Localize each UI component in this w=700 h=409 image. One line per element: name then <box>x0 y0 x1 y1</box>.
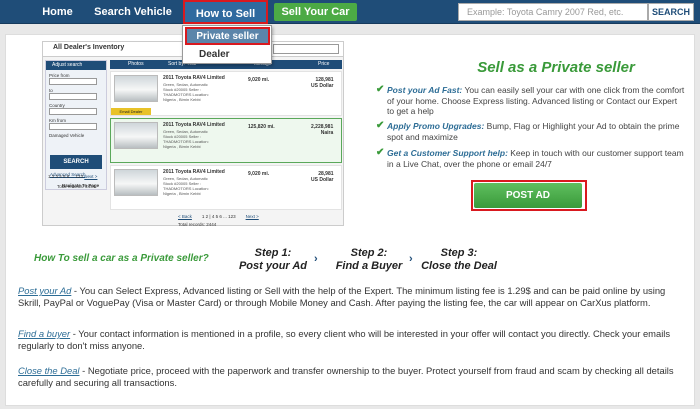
chevron-right-icon: › <box>314 253 318 265</box>
preview-pages: 1 2 3 4 5 6 ... 123 Next > <box>48 174 97 179</box>
car-currency: US Dollar <box>311 83 334 89</box>
nav-how-to-sell-link[interactable]: How to Sell <box>183 0 268 24</box>
chevron-right-icon: › <box>409 253 413 265</box>
top-navigation-bar: Home Search Vehicle How to Sell Sell You… <box>0 0 700 24</box>
paragraph-text: - You can Select Express, Advanced listi… <box>18 285 666 308</box>
how-to-sell-dropdown: Private seller Dealer <box>182 25 272 64</box>
damaged-label: Damaged Vehicle <box>49 133 85 138</box>
adjust-search-panel: Adjust search Price from to Country Km f… <box>45 60 107 190</box>
listing-row: 2011 Toyota RAV4 Limited Green, Sedan, A… <box>110 71 342 116</box>
find-a-buyer-link[interactable]: Find a buyer <box>18 328 70 339</box>
email-dealer-button: Email Dealer <box>111 108 151 115</box>
check-icon: ✔ <box>376 84 385 95</box>
post-ad-button[interactable]: POST AD <box>474 183 582 208</box>
adjust-search-header: Adjust search <box>46 61 106 70</box>
check-icon: ✔ <box>376 120 385 131</box>
inventory-select <box>273 44 339 54</box>
listing-row: 2011 Toyota RAV4 Limited Green, Sedan, A… <box>110 165 342 210</box>
car-details: Green, Sedan, Automatic Stock #20005 Sel… <box>163 82 209 102</box>
close-the-deal-link[interactable]: Close the Deal <box>18 365 80 376</box>
car-mileage: 9,020 mi. <box>248 171 270 177</box>
step-3-label: Step 3: <box>440 247 478 259</box>
feature-heading: Get a Customer Support help: <box>387 148 508 158</box>
step-2: Step 2: Find a Buyer <box>331 247 407 273</box>
feature-item: ✔ Get a Customer Support help: Keep in to… <box>376 147 686 169</box>
preview-search-button: SEARCH <box>50 155 102 169</box>
car-currency: Naira <box>320 130 334 136</box>
step-2-label: Step 2: <box>350 247 388 259</box>
km-select <box>49 123 97 130</box>
step-2-text: Find a Buyer <box>335 260 403 272</box>
listing-total: Total records: 2444 <box>178 222 217 227</box>
car-currency: US Dollar <box>311 177 334 183</box>
price-to-select <box>49 93 97 100</box>
section-title: Sell as a Private seller <box>477 59 635 76</box>
step-1-label: Step 1: <box>254 247 292 259</box>
paragraph-text: - Your contact information is mentioned … <box>18 328 671 351</box>
car-title: 2011 Toyota RAV4 Limited <box>163 122 225 128</box>
how-to-sell-heading: How To sell a car as a Private seller? <box>34 253 209 264</box>
nav-home-link[interactable]: Home <box>30 0 85 24</box>
car-title: 2011 Toyota RAV4 Limited <box>163 169 225 175</box>
inventory-preview-image: All Dealer's Inventory Adjust search Pri… <box>42 41 344 227</box>
next-link: Next > <box>245 214 259 219</box>
post-ad-highlight: POST AD <box>471 180 587 211</box>
step-3: Step 3: Close the Deal <box>421 247 497 273</box>
post-your-ad-link[interactable]: Post your Ad <box>18 285 71 296</box>
car-photo <box>114 169 158 196</box>
step-1-text: Post your Ad <box>238 260 308 272</box>
dropdown-dealer[interactable]: Dealer <box>185 47 270 63</box>
car-mileage: 9,020 mi. <box>248 77 270 83</box>
preview-page-numbers: 1 2 3 4 5 6 ... 123 <box>48 174 84 179</box>
post-ad-paragraph: Post your Ad - You can Select Express, A… <box>18 285 683 309</box>
pagination-numbers: 1 2 | 4 5 6 ... 123 <box>201 214 236 219</box>
car-details: Green, Sedan, Automatic Stock #20005 Sel… <box>163 129 209 149</box>
feature-item: ✔ Post your Ad Fast: You can easily sell … <box>376 84 686 117</box>
back-link: < Back <box>178 214 192 219</box>
listing-row: 2011 Toyota RAV4 Limited Green, Sedan, A… <box>110 118 342 163</box>
close-deal-paragraph: Close the Deal - Negotiate price, procee… <box>18 365 683 389</box>
paragraph-text: - Negotiate price, proceed with the pape… <box>18 365 674 388</box>
search-button[interactable]: SEARCH <box>648 3 694 21</box>
car-title: 2011 Toyota RAV4 Limited <box>163 75 225 81</box>
main-content: All Dealer's Inventory Adjust search Pri… <box>5 34 695 406</box>
listing-table: Photos Sort by: Year Mileage Price 2011 … <box>110 60 342 210</box>
inventory-title: All Dealer's Inventory <box>53 44 125 51</box>
step-1: Step 1: Post your Ad <box>232 247 314 273</box>
car-details: Green, Sedan, Automatic Stock #20005 Sel… <box>163 176 209 196</box>
col-photos: Photos <box>128 61 144 67</box>
col-price: Price <box>318 61 330 67</box>
price-from-select <box>49 78 97 85</box>
step-3-text: Close the Deal <box>421 260 497 272</box>
car-photo <box>114 122 158 149</box>
car-mileage: 125,820 mi. <box>248 124 275 130</box>
find-buyer-paragraph: Find a buyer - Your contact information … <box>18 328 683 352</box>
preview-total: Total records: 2444 <box>57 184 96 189</box>
car-price: 2,228,981 Naira <box>311 124 333 136</box>
feature-heading: Post your Ad Fast: <box>387 85 463 95</box>
feature-item: ✔ Apply Promo Upgrades: Bump, Flag or Hig… <box>376 120 686 142</box>
car-price: 128,981 US Dollar <box>311 77 334 89</box>
nav-search-vehicle-link[interactable]: Search Vehicle <box>88 0 178 24</box>
dropdown-private-seller[interactable]: Private seller <box>185 27 270 45</box>
country-select <box>49 108 97 115</box>
car-photo <box>114 75 158 102</box>
search-input[interactable]: Example: Toyota Camry 2007 Red, etc. <box>458 3 648 21</box>
preview-next-link: Next > <box>84 174 98 179</box>
feature-heading: Apply Promo Upgrades: <box>387 121 485 131</box>
sell-your-car-button[interactable]: Sell Your Car <box>274 3 357 21</box>
listing-pagination: < Back 1 2 | 4 5 6 ... 123 Next > <box>178 214 259 219</box>
check-icon: ✔ <box>376 147 385 158</box>
car-price: 28,981 US Dollar <box>311 171 334 183</box>
